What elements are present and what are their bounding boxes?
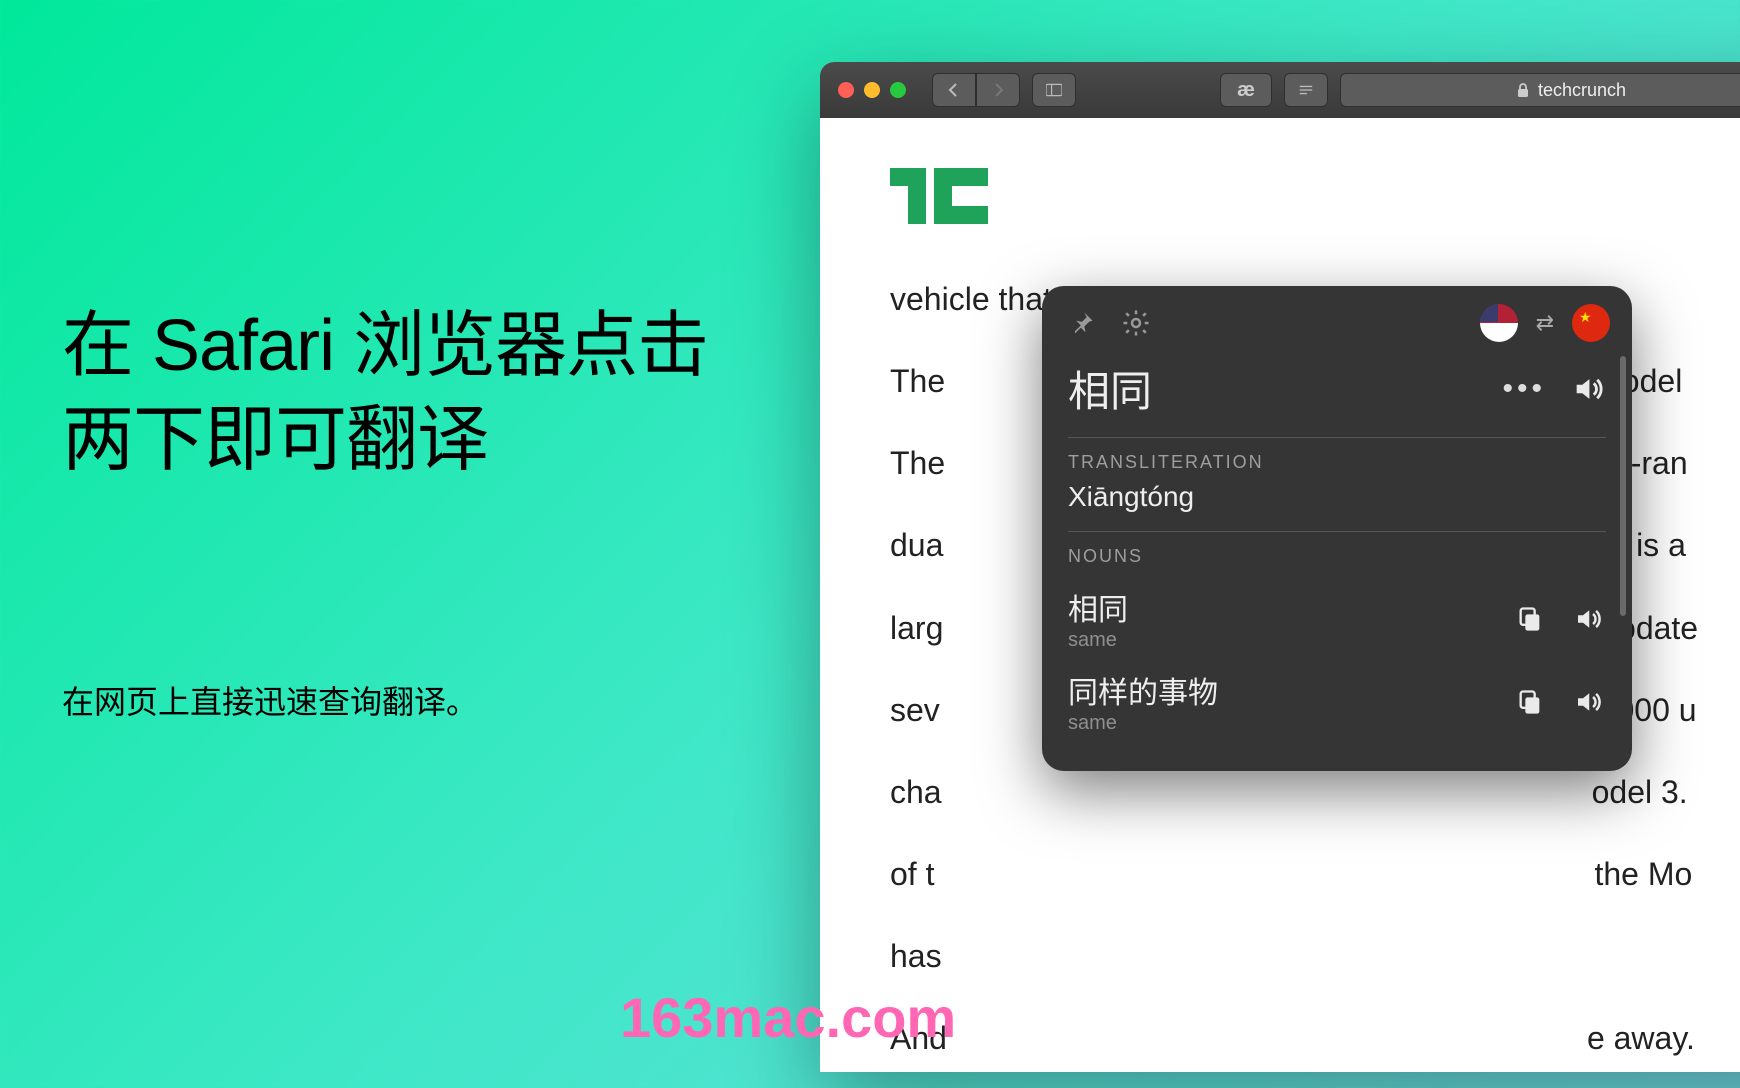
extension-mate-button[interactable]: æ: [1220, 73, 1272, 107]
hero-subtitle: 在网页上直接迅速查询翻译。: [62, 677, 762, 723]
article-line: has: [890, 926, 1740, 986]
lock-icon: [1516, 82, 1530, 98]
more-options-button[interactable]: •••: [1502, 372, 1546, 406]
noun-term: 相同: [1068, 585, 1128, 629]
speak-button[interactable]: [1570, 601, 1606, 637]
pin-button[interactable]: [1064, 305, 1100, 341]
nouns-label: NOUNS: [1068, 546, 1606, 567]
back-button[interactable]: [932, 73, 976, 107]
noun-item: 同样的事物 same: [1068, 658, 1606, 741]
scrollbar[interactable]: [1620, 356, 1626, 616]
copy-button[interactable]: [1512, 601, 1548, 637]
forward-button[interactable]: [976, 73, 1020, 107]
source-language-flag-us[interactable]: [1480, 304, 1518, 342]
noun-item: 相同 same: [1068, 575, 1606, 658]
noun-meaning: same: [1068, 629, 1128, 652]
watermark: 163mac.com: [620, 985, 956, 1050]
url-text: techcrunch: [1538, 80, 1626, 101]
copy-button[interactable]: [1512, 684, 1548, 720]
reader-button[interactable]: [1284, 73, 1328, 107]
speak-button[interactable]: [1570, 371, 1606, 407]
zoom-window-button[interactable]: [890, 82, 906, 98]
article-line: of tthe Mo: [890, 844, 1740, 904]
window-controls: [838, 82, 906, 98]
article-line: Ande away.: [890, 1008, 1740, 1068]
noun-meaning: same: [1068, 712, 1218, 735]
transliteration-value: Xiāngtóng: [1068, 481, 1606, 513]
target-language-flag-cn[interactable]: [1572, 304, 1610, 342]
techcrunch-logo: [890, 168, 1000, 224]
hero-title: 在 Safari 浏览器点击两下即可翻译: [62, 300, 762, 487]
swap-languages-button[interactable]: ⇄: [1536, 310, 1554, 336]
address-bar[interactable]: techcrunch: [1340, 73, 1740, 107]
sidebar-toggle-button[interactable]: [1032, 73, 1076, 107]
close-window-button[interactable]: [838, 82, 854, 98]
translation-popover: ⇄ 相同 ••• TRANSLITERATION Xiāngtóng NOUNS…: [1042, 286, 1632, 771]
minimize-window-button[interactable]: [864, 82, 880, 98]
settings-button[interactable]: [1118, 305, 1154, 341]
speak-button[interactable]: [1570, 684, 1606, 720]
noun-term: 同样的事物: [1068, 668, 1218, 712]
transliteration-label: TRANSLITERATION: [1068, 452, 1606, 473]
titlebar: æ techcrunch: [820, 62, 1740, 118]
translated-word: 相同: [1068, 358, 1152, 419]
